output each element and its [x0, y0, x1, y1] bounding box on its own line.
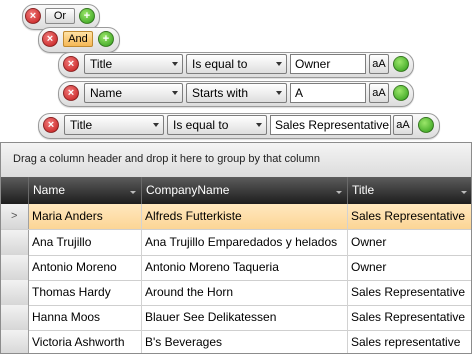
filter-value-input[interactable]: Sales Representative — [270, 115, 391, 135]
chevron-down-icon — [256, 123, 262, 127]
remove-root-filter-button[interactable]: × — [25, 8, 41, 24]
operator-value: Is equal to — [192, 57, 248, 71]
share-icon[interactable] — [418, 117, 434, 133]
chevron-down-icon — [172, 91, 178, 95]
cell-title[interactable]: Sales Representative — [348, 204, 471, 229]
cell-title[interactable]: Sales Representative — [348, 305, 471, 330]
cell-company[interactable]: B's Beverages — [142, 330, 348, 353]
share-icon[interactable] — [393, 85, 409, 101]
cell-company[interactable]: Ana Trujillo Emparedados y helados — [142, 230, 348, 255]
operator-value: Is equal to — [173, 118, 229, 132]
case-sensitive-toggle[interactable]: aA — [369, 54, 389, 74]
remove-condition-button[interactable]: × — [63, 85, 79, 101]
cell-company[interactable]: Around the Horn — [142, 280, 348, 305]
table-row[interactable]: > Maria Anders Alfreds Futterkiste Sales… — [1, 204, 471, 230]
add-root-filter-button[interactable]: + — [79, 8, 95, 24]
cell-name[interactable]: Victoria Ashworth — [29, 330, 142, 353]
cell-company[interactable]: Blauer See Delikatessen — [142, 305, 348, 330]
row-indicator — [1, 305, 29, 330]
column-header-label: Title — [352, 183, 375, 197]
column-header-name[interactable]: Name — [29, 177, 142, 204]
cell-title[interactable]: Sales representative — [348, 330, 471, 353]
operator-dropdown[interactable]: Is equal to — [167, 115, 267, 135]
current-row-arrow-icon: > — [11, 210, 18, 222]
cell-name[interactable]: Antonio Moreno — [29, 255, 142, 280]
cell-title[interactable]: Owner — [348, 230, 471, 255]
column-header-label: Name — [33, 183, 66, 197]
sort-indicator-icon — [461, 191, 467, 194]
data-grid: Drag a column header and drop it here to… — [0, 142, 472, 354]
cell-title[interactable]: Sales Representative — [348, 280, 471, 305]
chevron-down-icon — [172, 62, 178, 66]
grid-header: Name CompanyName Title — [1, 177, 471, 204]
member-value: Title — [70, 118, 93, 132]
column-header-title[interactable]: Title — [348, 177, 471, 204]
sort-indicator-icon — [130, 191, 136, 194]
header-indicator-cell — [1, 177, 29, 204]
cell-title[interactable]: Owner — [348, 255, 471, 280]
case-sensitive-toggle[interactable]: aA — [369, 83, 389, 103]
sort-indicator-icon — [336, 191, 342, 194]
cell-name[interactable]: Ana Trujillo — [29, 230, 142, 255]
cell-name[interactable]: Thomas Hardy — [29, 280, 142, 305]
root-logical-operator-toggle[interactable]: Or — [45, 8, 75, 24]
column-header-companyname[interactable]: CompanyName — [142, 177, 348, 204]
cell-company[interactable]: Antonio Moreno Taqueria — [142, 255, 348, 280]
operator-dropdown[interactable]: Is equal to — [186, 54, 287, 74]
member-dropdown[interactable]: Title — [84, 54, 183, 74]
group-logical-operator-toggle[interactable]: And — [63, 31, 93, 47]
row-indicator — [1, 230, 29, 255]
column-header-label: CompanyName — [146, 183, 230, 197]
row-indicator — [1, 280, 29, 305]
chevron-down-icon — [276, 91, 282, 95]
chevron-down-icon — [153, 123, 159, 127]
operator-value: Starts with — [192, 86, 249, 100]
table-row[interactable]: Antonio Moreno Antonio Moreno Taqueria O… — [1, 255, 471, 281]
chevron-down-icon — [276, 62, 282, 66]
table-row[interactable]: Thomas Hardy Around the Horn Sales Repre… — [1, 280, 471, 306]
cell-name[interactable]: Maria Anders — [29, 204, 142, 229]
remove-group-filter-button[interactable]: × — [42, 31, 58, 47]
member-value: Title — [90, 57, 113, 71]
group-panel-hint: Drag a column header and drop it here to… — [13, 153, 320, 165]
case-sensitive-toggle[interactable]: aA — [393, 115, 413, 135]
table-row[interactable]: Hanna Moos Blauer See Delikatessen Sales… — [1, 305, 471, 331]
operator-dropdown[interactable]: Starts with — [186, 83, 287, 103]
row-indicator — [1, 255, 29, 280]
remove-condition-button[interactable]: × — [63, 56, 79, 72]
row-indicator: > — [1, 204, 29, 229]
share-icon[interactable] — [393, 56, 409, 72]
filter-value-input[interactable]: A — [290, 83, 366, 103]
member-value: Name — [90, 86, 123, 100]
add-group-filter-button[interactable]: + — [98, 31, 114, 47]
row-indicator — [1, 330, 29, 353]
table-row[interactable]: Ana Trujillo Ana Trujillo Emparedados y … — [1, 230, 471, 256]
remove-condition-button[interactable]: × — [43, 117, 59, 133]
member-dropdown[interactable]: Name — [84, 83, 183, 103]
filter-value-input[interactable]: Owner — [290, 54, 366, 74]
root-operator-label: Or — [53, 10, 67, 22]
group-operator-label: And — [68, 33, 88, 45]
cell-company[interactable]: Alfreds Futterkiste — [142, 204, 348, 229]
member-dropdown[interactable]: Title — [64, 115, 164, 135]
table-row[interactable]: Victoria Ashworth B's Beverages Sales re… — [1, 330, 471, 353]
cell-name[interactable]: Hanna Moos — [29, 305, 142, 330]
group-panel[interactable]: Drag a column header and drop it here to… — [1, 143, 471, 178]
